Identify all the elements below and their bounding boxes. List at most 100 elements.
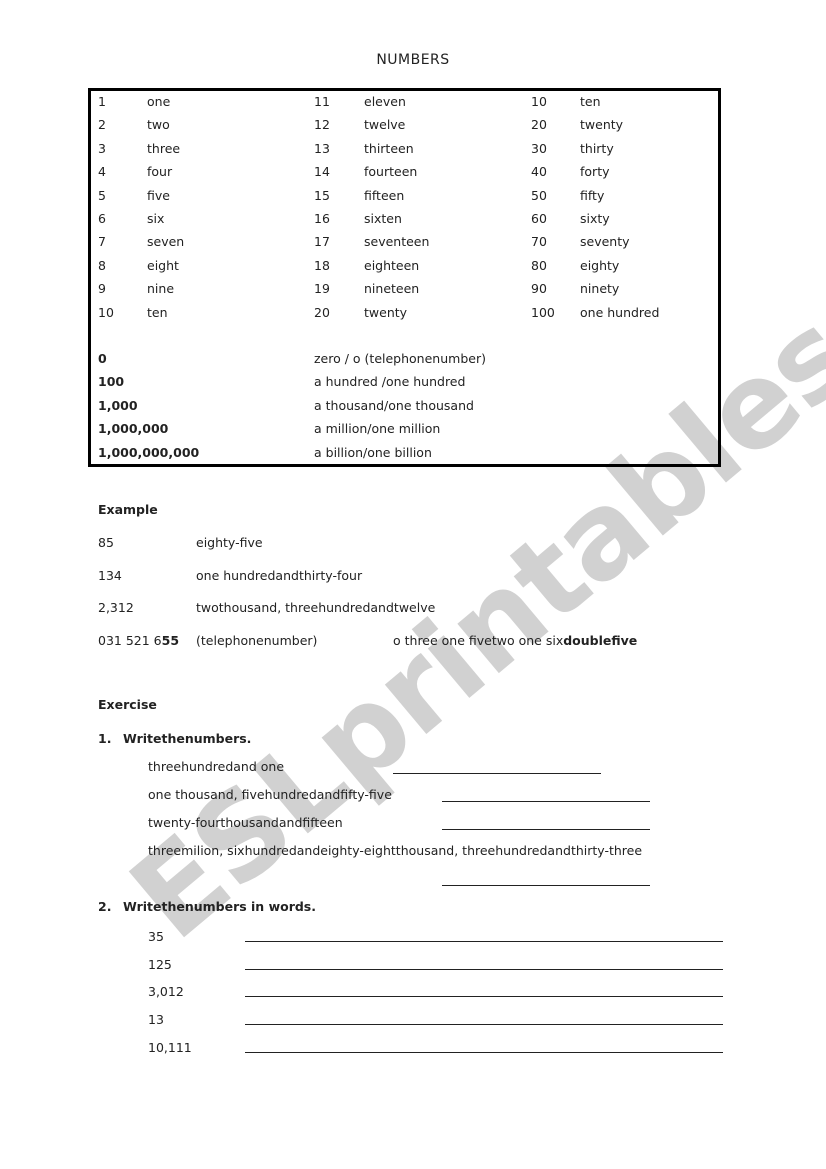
- table-number: 4: [98, 164, 106, 180]
- table-number: 100: [531, 304, 555, 320]
- example-phone-note: (telephonenumber): [196, 633, 318, 648]
- task2-item: 125: [148, 957, 172, 972]
- table-word: eleven: [364, 94, 406, 109]
- table-word: nineteen: [364, 281, 420, 297]
- example-phone-number: 031 521 655: [98, 633, 179, 648]
- large-number: 0: [98, 351, 107, 366]
- answer-line[interactable]: [442, 829, 650, 830]
- table-word: three: [147, 140, 181, 156]
- table-number: 18: [314, 257, 330, 273]
- table-number: 7: [98, 234, 106, 250]
- task2-instruction: Writethenumbers in words.: [123, 899, 316, 914]
- large-number: 100: [98, 374, 125, 390]
- table-number: 9: [98, 281, 106, 297]
- table-word: thirty: [580, 140, 614, 156]
- large-number: 1,000: [98, 397, 138, 413]
- table-number: 70: [531, 234, 547, 250]
- answer-line[interactable]: [393, 773, 601, 774]
- answer-line[interactable]: [245, 996, 723, 997]
- task1-item: twenty-fourthousandandfifteen: [148, 815, 343, 830]
- task2-item: 13: [148, 1012, 164, 1027]
- table-number: 10: [531, 94, 547, 109]
- large-number: 1,000,000: [98, 421, 169, 437]
- table-number: 5: [98, 187, 106, 203]
- phone-reading-text: o three one fivetwo one six: [393, 633, 564, 648]
- large-number: 1,000,000,000: [98, 444, 200, 460]
- large-number-words: a billion/one billion: [314, 444, 432, 460]
- table-word: fifty: [580, 187, 605, 203]
- answer-line[interactable]: [245, 1024, 723, 1025]
- table-number: 1: [98, 94, 106, 109]
- table-word: twelve: [364, 117, 406, 133]
- large-number-words: a thousand/one thousand: [314, 397, 474, 413]
- large-number-words: zero / o (telephonenumber): [314, 351, 486, 366]
- table-number: 6: [98, 211, 106, 226]
- example-number: 85: [98, 535, 114, 550]
- table-number: 60: [531, 211, 547, 226]
- page-title: NUMBERS: [376, 52, 450, 68]
- table-word: sixten: [364, 211, 402, 226]
- table-number: 16: [314, 211, 330, 226]
- example-words: eighty-five: [196, 535, 263, 550]
- task2-item: 3,012: [148, 984, 184, 999]
- task1-number: 1.: [98, 731, 112, 746]
- table-word: eight: [147, 257, 179, 273]
- table-number: 14: [314, 164, 330, 180]
- table-number: 20: [314, 304, 330, 320]
- answer-line[interactable]: [442, 801, 650, 802]
- answer-line[interactable]: [245, 1052, 723, 1053]
- table-number: 2: [98, 117, 106, 133]
- task1-item: threehundredand one: [148, 759, 285, 774]
- table-number: 10: [98, 304, 114, 320]
- table-number: 19: [314, 281, 330, 297]
- table-number: 3: [98, 140, 106, 156]
- phone-number-prefix: 031 521 6: [98, 633, 162, 648]
- answer-line[interactable]: [442, 885, 650, 886]
- table-number: 90: [531, 281, 547, 297]
- table-number: 50: [531, 187, 547, 203]
- table-word: five: [147, 187, 170, 203]
- answer-line[interactable]: [245, 969, 723, 970]
- table-word: forty: [580, 164, 610, 180]
- table-word: ninety: [580, 281, 620, 297]
- phone-number-bold: 55: [161, 633, 180, 648]
- table-word: twenty: [580, 117, 624, 133]
- table-number: 17: [314, 234, 330, 250]
- example-words: twothousand, threehundredandtwelve: [196, 600, 436, 615]
- table-word: thirteen: [364, 140, 414, 156]
- table-word: ten: [580, 94, 601, 109]
- task2-item: 10,111: [148, 1040, 192, 1055]
- large-number-words: a million/one million: [314, 421, 441, 437]
- table-number: 12: [314, 117, 330, 133]
- task1-item: one thousand, fivehundredandfifty-five: [148, 787, 392, 802]
- answer-line[interactable]: [245, 941, 723, 942]
- table-number: 13: [314, 140, 330, 156]
- table-word: four: [147, 164, 173, 180]
- table-word: six: [147, 211, 165, 226]
- task2-item: 35: [148, 929, 164, 944]
- table-word: ten: [147, 304, 168, 320]
- task1-instruction: Writethenumbers.: [123, 731, 252, 746]
- table-word: sixty: [580, 211, 610, 226]
- table-word: eighty: [580, 257, 620, 273]
- worksheet-page: NUMBERS 1 one 2 two 3 three 4 four 5 five 6 six 7 sev…: [0, 0, 826, 1169]
- table-word: twenty: [364, 304, 408, 320]
- table-number: 8: [98, 257, 106, 273]
- example-number: 134: [98, 568, 122, 583]
- example-words: one hundredandthirty-four: [196, 568, 363, 583]
- table-word: fourteen: [364, 164, 418, 180]
- table-number: 40: [531, 164, 547, 180]
- example-number: 2,312: [98, 600, 134, 615]
- table-word: one: [147, 94, 171, 109]
- table-word: fifteen: [364, 187, 405, 203]
- table-number: 11: [314, 94, 330, 109]
- example-heading: Example: [98, 502, 158, 517]
- table-number: 30: [531, 140, 547, 156]
- table-word: seventy: [580, 234, 630, 250]
- table-number: 15: [314, 187, 330, 203]
- task1-item: threemilion, sixhundredandeighty-eightth…: [148, 843, 643, 858]
- exercise-heading: Exercise: [98, 697, 157, 712]
- table-word: eighteen: [364, 257, 420, 273]
- table-word: seventeen: [364, 234, 430, 250]
- example-phone-reading: o three one fivetwo one sixdoublefive: [393, 633, 637, 648]
